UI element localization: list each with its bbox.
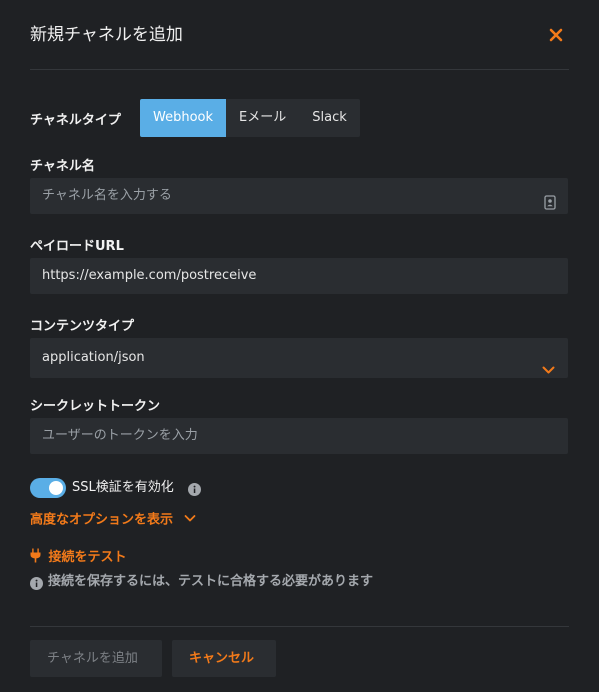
channel-type-label: チャネルタイプ [30, 113, 121, 128]
test-requirement-note: 接続を保存するには、テストに合格する必要があります [48, 574, 374, 589]
content-type-value: application/json [42, 350, 145, 365]
close-icon[interactable] [546, 25, 566, 45]
advanced-options-label: 高度なオプションを表示 [30, 512, 174, 528]
payload-url-label: ペイロードURL [30, 239, 124, 254]
add-channel-button[interactable]: チャネルを追加 [30, 640, 162, 677]
secret-token-input[interactable]: ユーザーのトークンを入力 [30, 418, 568, 454]
cancel-button[interactable]: キャンセル [172, 640, 276, 677]
advanced-options-link[interactable]: 高度なオプションを表示 [30, 511, 196, 530]
ssl-verification-toggle[interactable] [30, 478, 66, 498]
test-connection-label: 接続をテスト [48, 550, 127, 565]
info-icon[interactable] [188, 481, 201, 496]
ssl-verification-label: SSL検証を有効化 [72, 480, 174, 495]
chevron-down-icon[interactable] [542, 352, 555, 374]
channel-type-segmented-control: Webhook Eメール Slack [140, 99, 360, 137]
footer-divider [30, 626, 569, 627]
payload-url-input[interactable]: https://example.com/postreceive [30, 258, 568, 294]
header-divider [30, 69, 569, 70]
content-type-label: コンテンツタイプ [30, 319, 135, 334]
info-icon [30, 575, 43, 590]
dialog-header: 新規チャネルを追加 [30, 22, 569, 50]
channel-type-email-button[interactable]: Eメール [226, 99, 299, 137]
toggle-knob [49, 481, 63, 495]
test-connection-link[interactable]: 接続をテスト [30, 548, 127, 569]
channel-type-slack-button[interactable]: Slack [299, 99, 360, 137]
channel-name-input[interactable]: チャネル名を入力する [30, 178, 568, 214]
add-channel-dialog: 新規チャネルを追加 チャネルタイプ Webhook Eメール Slack チャネ… [0, 0, 599, 692]
chevron-down-icon [184, 511, 196, 529]
channel-type-webhook-button[interactable]: Webhook [140, 99, 227, 137]
secret-token-placeholder: ユーザーのトークンを入力 [42, 428, 198, 443]
dialog-title: 新規チャネルを追加 [30, 25, 183, 45]
plug-icon [30, 548, 41, 569]
contact-card-icon[interactable] [544, 189, 556, 210]
channel-name-label: チャネル名 [30, 159, 95, 174]
content-type-select[interactable]: application/json [30, 338, 568, 378]
secret-token-label: シークレットトークン [30, 399, 161, 414]
channel-name-placeholder: チャネル名を入力する [42, 188, 172, 203]
